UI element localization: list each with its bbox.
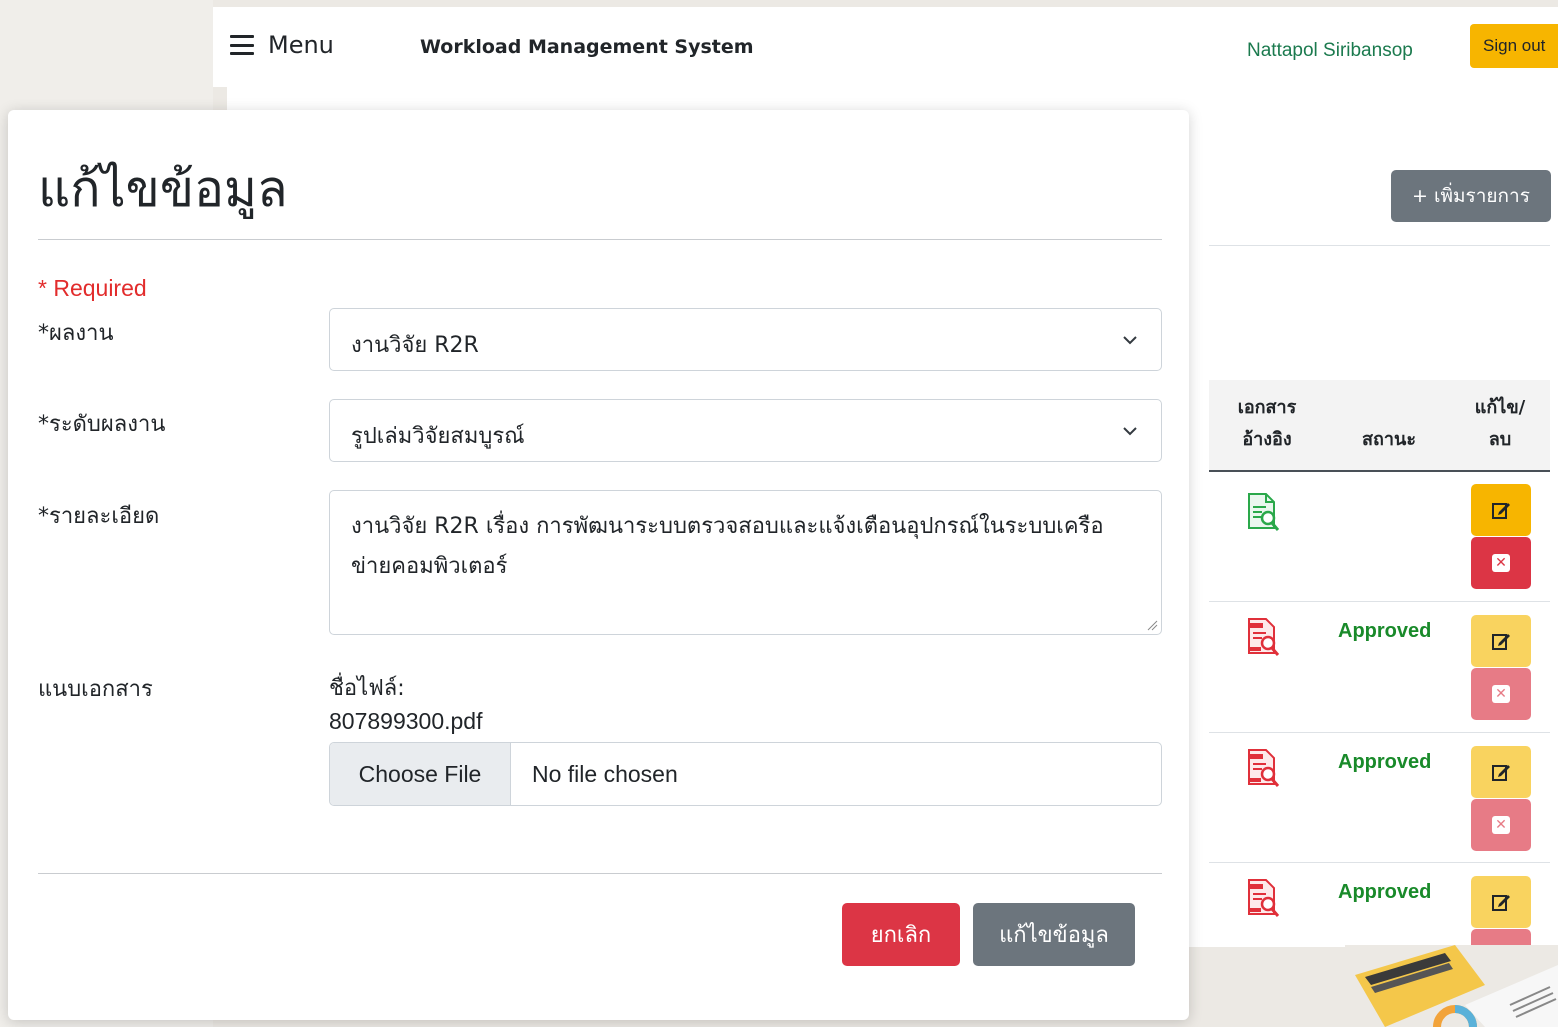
header-edit-line1: แก้ไข/ — [1474, 397, 1526, 418]
level-select-value: รูปเล่มวิจัยสมบูรณ์ — [351, 424, 525, 449]
row-divider — [1209, 601, 1550, 602]
edit-icon — [1492, 634, 1510, 650]
sign-out-button[interactable]: Sign out — [1470, 24, 1558, 68]
detail-label: *รายละเอียด — [38, 504, 160, 529]
file-input[interactable]: Choose File No file chosen — [329, 742, 1162, 806]
work-label: *ผลงาน — [38, 321, 114, 346]
column-header-status: สถานะ — [1362, 429, 1416, 450]
edit-icon — [1492, 765, 1510, 781]
menu-button[interactable]: Menu — [230, 31, 334, 59]
user-name[interactable]: Nattapol Siribansop — [1247, 40, 1413, 62]
row-divider — [1209, 732, 1550, 733]
delete-button[interactable]: ✕ — [1471, 668, 1531, 720]
file-name: 807899300.pdf — [329, 708, 483, 734]
edit-icon — [1492, 503, 1510, 519]
red-pdf-search-icon[interactable] — [1246, 748, 1280, 788]
file-status: No file chosen — [532, 760, 678, 787]
add-item-button[interactable]: + เพิ่มรายการ — [1391, 170, 1551, 222]
level-select[interactable]: รูปเล่มวิจัยสมบูรณ์ — [329, 399, 1162, 462]
resize-handle-icon[interactable] — [1146, 619, 1158, 631]
detail-textarea[interactable]: งานวิจัย R2R เรื่อง การพัฒนาระบบตรวจสอบแ… — [329, 490, 1162, 635]
file-name-label: ชื่อไฟล์: — [329, 676, 405, 701]
status-approved: Approved — [1338, 881, 1432, 903]
delete-button[interactable]: ✕ — [1471, 799, 1531, 851]
close-icon: ✕ — [1492, 685, 1510, 703]
red-pdf-search-icon[interactable] — [1246, 878, 1280, 918]
save-button[interactable]: แก้ไขข้อมูล — [973, 903, 1135, 966]
edit-button[interactable] — [1471, 484, 1531, 536]
edit-button[interactable] — [1471, 746, 1531, 798]
close-icon: ✕ — [1492, 554, 1510, 572]
header-edit-line2: ลบ — [1488, 429, 1512, 450]
cancel-button[interactable]: ยกเลิก — [842, 903, 960, 966]
column-header-doc: เอกสาร อ้างอิง — [1227, 392, 1307, 456]
divider — [1209, 245, 1550, 246]
row-divider — [1209, 862, 1550, 863]
header-doc-line1: เอกสาร — [1237, 397, 1297, 418]
edit-icon — [1492, 895, 1510, 911]
column-header-edit: แก้ไข/ ลบ — [1467, 392, 1533, 456]
modal-footer-divider — [38, 873, 1162, 874]
navbar: Menu Workload Management System Nattapol… — [213, 7, 1558, 87]
level-label: *ระดับผลงาน — [38, 412, 166, 437]
chevron-down-icon — [1123, 427, 1137, 436]
edit-button[interactable] — [1471, 876, 1531, 928]
required-note: * Required — [38, 275, 147, 301]
app-title: Workload Management System — [420, 36, 754, 58]
edit-modal: แก้ไขข้อมูล * Required *ผลงาน งานวิจัย R… — [8, 110, 1189, 1020]
delete-button[interactable]: ✕ — [1471, 537, 1531, 589]
green-document-search-icon[interactable] — [1246, 492, 1280, 532]
edit-button[interactable] — [1471, 615, 1531, 667]
header-doc-line2: อ้างอิง — [1242, 429, 1292, 450]
hamburger-icon — [230, 35, 254, 55]
work-select-value: งานวิจัย R2R — [351, 333, 479, 358]
status-approved: Approved — [1338, 620, 1432, 642]
work-select[interactable]: งานวิจัย R2R — [329, 308, 1162, 371]
choose-file-button[interactable]: Choose File — [330, 743, 511, 805]
close-icon: ✕ — [1492, 816, 1510, 834]
modal-title: แก้ไขข้อมูล — [38, 160, 288, 218]
decorative-illustration — [1345, 945, 1558, 1027]
menu-label: Menu — [268, 31, 334, 59]
status-approved: Approved — [1338, 751, 1432, 773]
red-pdf-search-icon[interactable] — [1246, 617, 1280, 657]
chevron-down-icon — [1123, 336, 1137, 345]
attach-label: แนบเอกสาร — [38, 677, 153, 702]
modal-header-divider — [38, 239, 1162, 240]
table-header: เอกสาร อ้างอิง สถานะ แก้ไข/ ลบ — [1209, 380, 1550, 472]
detail-text: งานวิจัย R2R เรื่อง การพัฒนาระบบตรวจสอบแ… — [351, 514, 1104, 579]
